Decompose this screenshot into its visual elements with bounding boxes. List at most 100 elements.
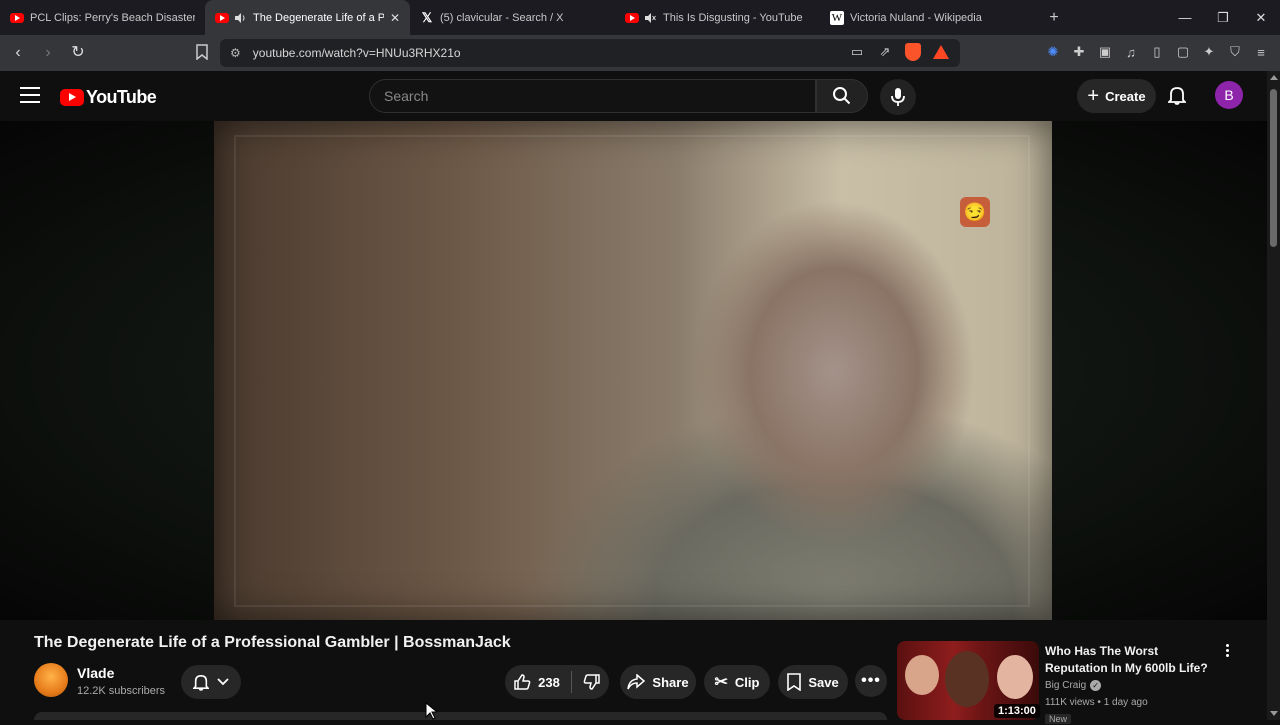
create-label: Create — [1105, 88, 1146, 104]
bell-icon — [193, 674, 209, 691]
save-label: Save — [808, 674, 839, 690]
leo-ai-icon[interactable]: ✦ — [1200, 43, 1218, 61]
plus-icon: + — [1087, 85, 1100, 107]
youtube-icon — [215, 11, 229, 25]
like-count[interactable]: 238 — [538, 675, 560, 690]
search-box — [369, 79, 816, 113]
recommended-channel[interactable]: Big Craig ✓ — [1045, 680, 1102, 691]
thumbs-up-icon[interactable] — [513, 673, 531, 691]
tab-title: Victoria Nuland - Wikipedia — [850, 11, 982, 24]
menu-icon[interactable]: ≡ — [1252, 43, 1270, 61]
browser-tab-5[interactable]: W Victoria Nuland - Wikipedia — [820, 0, 1025, 35]
like-dislike-group: 238 — [505, 665, 609, 699]
search-button[interactable] — [816, 79, 868, 113]
voice-search-button[interactable] — [880, 79, 916, 115]
subscriber-count: 12.2K subscribers — [77, 685, 166, 697]
verified-check-icon: ✓ — [1090, 680, 1102, 691]
create-button[interactable]: + Create — [1077, 79, 1156, 113]
share-page-icon[interactable]: ⇗ — [876, 43, 894, 61]
browser-tab-4[interactable]: This Is Disgusting - YouTube — [615, 0, 820, 35]
more-horizontal-icon: ••• — [861, 672, 881, 689]
tab-title: PCL Clips: Perry's Beach Disaster - Yo — [30, 11, 195, 24]
video-player[interactable]: 😏 — [214, 121, 1052, 620]
scissors-icon: ✂ — [714, 674, 728, 691]
browser-tab-1[interactable]: PCL Clips: Perry's Beach Disaster - Yo — [0, 0, 205, 35]
forward-icon[interactable]: › — [36, 41, 60, 65]
clip-label: Clip — [734, 674, 760, 690]
wikipedia-icon: W — [830, 10, 844, 25]
new-badge: New — [1045, 714, 1072, 724]
chevron-down-icon — [217, 678, 229, 686]
tab-title: The Degenerate Life of a Prof — [253, 11, 384, 24]
close-tab-icon[interactable]: ✕ — [390, 11, 400, 25]
brave-shields-icon[interactable] — [904, 43, 922, 61]
recommended-more-menu-icon[interactable] — [1222, 644, 1232, 657]
share-label: Share — [652, 674, 689, 690]
search-input[interactable] — [384, 88, 815, 104]
address-bar[interactable]: ⚙ youtube.com/watch?v=HNUu3RHX21o ▭ ⇗ — [220, 39, 960, 67]
account-avatar[interactable]: B — [1215, 81, 1243, 109]
sidebar-icon[interactable]: ▯ — [1148, 43, 1166, 61]
reload-icon[interactable]: ↻ — [66, 41, 90, 65]
clip-button[interactable]: ✂ Clip — [704, 665, 770, 699]
cast-icon[interactable]: ▭ — [848, 43, 866, 61]
description-box-edge[interactable] — [34, 712, 887, 720]
notifications-bell-icon[interactable] — [1166, 85, 1188, 110]
screenshot-icon[interactable]: ▣ — [1096, 43, 1114, 61]
save-button[interactable]: Save — [778, 665, 848, 699]
browser-tab-2-active[interactable]: The Degenerate Life of a Prof ✕ — [205, 0, 410, 35]
like-divider — [570, 671, 572, 693]
video-frame — [234, 135, 1030, 607]
browser-tab-3[interactable]: 𝕏 (5) clavicular - Search / X — [410, 0, 615, 35]
more-actions-button[interactable]: ••• — [855, 665, 887, 697]
thumbnail-face — [997, 655, 1033, 699]
thumbnail-face — [945, 651, 989, 707]
url-text: youtube.com/watch?v=HNUu3RHX21o — [252, 46, 461, 60]
restore-icon[interactable]: ❐ — [1204, 0, 1242, 35]
hamburger-menu-icon[interactable] — [20, 87, 40, 103]
vpn-icon[interactable]: ⛉ — [1226, 43, 1244, 61]
youtube-logo[interactable]: YouTube — [60, 87, 157, 108]
back-icon[interactable]: ‹ — [6, 41, 30, 65]
tab-title: This Is Disgusting - YouTube — [663, 11, 803, 24]
recommended-video-meta: 111K views • 1 day ago — [1045, 697, 1148, 708]
wallet-icon[interactable]: ▢ — [1174, 43, 1192, 61]
extensions-puzzle-icon[interactable]: ✚ — [1070, 43, 1088, 61]
recommended-channel-name: Big Craig — [1045, 680, 1087, 691]
scroll-down-arrow-icon[interactable] — [1270, 711, 1278, 716]
page-scrollbar[interactable] — [1267, 71, 1280, 720]
recommended-video-title[interactable]: Who Has The Worst Reputation In My 600lb… — [1045, 643, 1215, 677]
media-icon[interactable]: ♫ — [1122, 43, 1140, 61]
bookmark-icon[interactable] — [196, 44, 208, 65]
speaker-icon[interactable] — [233, 11, 247, 25]
scrollbar-thumb[interactable] — [1270, 89, 1277, 247]
minimize-icon[interactable]: — — [1166, 0, 1204, 35]
youtube-play-icon — [60, 89, 84, 106]
brave-rewards-icon[interactable] — [932, 43, 950, 61]
bookmark-save-icon — [787, 673, 802, 691]
new-tab-button[interactable]: + — [1039, 9, 1069, 27]
video-title: The Degenerate Life of a Professional Ga… — [34, 634, 511, 651]
youtube-masthead: YouTube + Create B — [0, 71, 1280, 121]
tab-title: (5) clavicular - Search / X — [440, 11, 564, 24]
site-settings-icon[interactable]: ⚙ — [230, 46, 241, 60]
logo-text: YouTube — [86, 87, 157, 107]
share-icon — [627, 674, 646, 690]
muted-speaker-icon[interactable] — [643, 11, 657, 25]
extension-blue-icon[interactable]: ✺ — [1044, 43, 1062, 61]
overlay-emoji-sticker: 😏 — [960, 197, 990, 227]
close-window-icon[interactable]: ✕ — [1242, 0, 1280, 35]
browser-toolbar: ‹ › ↻ ⚙ youtube.com/watch?v=HNUu3RHX21o … — [0, 35, 1280, 71]
microphone-icon — [891, 88, 905, 106]
scroll-up-arrow-icon[interactable] — [1270, 75, 1278, 80]
channel-avatar[interactable] — [34, 663, 68, 697]
subscribed-notifications-button[interactable] — [181, 665, 241, 699]
channel-name[interactable]: Vlade — [77, 665, 114, 681]
share-button[interactable]: Share — [620, 665, 696, 699]
youtube-icon — [625, 11, 639, 25]
thumbnail-face — [905, 655, 939, 695]
window-controls: — ❐ ✕ — [1166, 0, 1280, 35]
video-duration-badge: 1:13:00 — [994, 704, 1040, 718]
thumbs-down-icon[interactable] — [583, 673, 601, 691]
search-icon — [833, 87, 851, 105]
